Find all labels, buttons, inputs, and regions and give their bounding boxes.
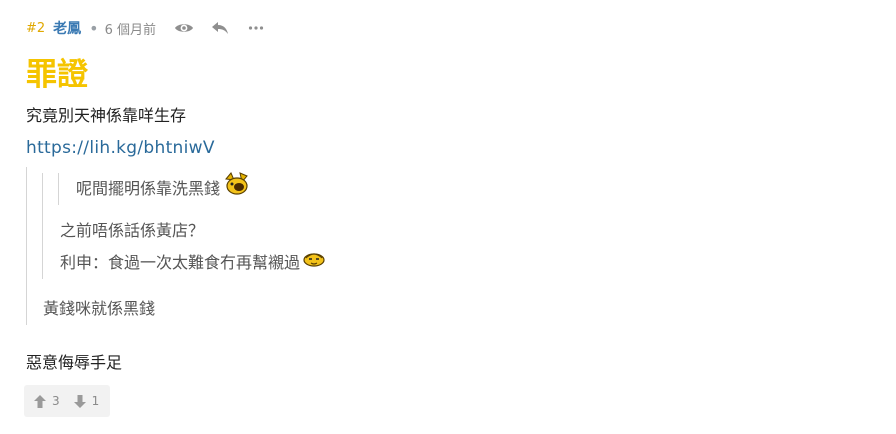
vote-bar: 3 1 bbox=[24, 385, 110, 417]
upvote-button[interactable]: 3 bbox=[34, 394, 60, 408]
post-content: 罪證 究竟別天神係靠咩生存 https://lih.kg/bhtniwV 呢間擺… bbox=[26, 57, 870, 379]
blockquote-middle: 呢間擺明係靠洗黑錢 之前唔係話係黃店？ 利申：食過一次太難食冇再幫襯過 bbox=[42, 171, 786, 279]
quote-line: 利申：食過一次太難食冇再幫襯過 bbox=[43, 247, 786, 279]
content-link[interactable]: https://lih.kg/bhtniwV bbox=[26, 138, 215, 158]
post-header: #2 老鳳 • 6 個月前 bbox=[26, 17, 870, 39]
quote-text-lv2-2: 利申：食過一次太難食冇再幫襯過 bbox=[60, 253, 301, 272]
arrow-down-icon bbox=[73, 394, 86, 408]
post: #2 老鳳 • 6 個月前 罪證 究竟別天神係靠咩生存 https://lih.… bbox=[0, 0, 896, 434]
upvote-count: 3 bbox=[52, 394, 60, 408]
arrow-up-icon bbox=[34, 394, 46, 408]
content-line: 惡意侮辱手足 bbox=[26, 353, 123, 372]
emoticon-icon bbox=[302, 247, 326, 279]
quote-line: 呢間擺明係靠洗黑錢 bbox=[59, 171, 786, 208]
quote-text-lv2-1: 之前唔係話係黃店？ bbox=[60, 221, 205, 240]
quote-text-lv1: 黃錢咪就係黑錢 bbox=[43, 299, 156, 318]
quote-line: 之前唔係話係黃店？ bbox=[43, 215, 786, 247]
username[interactable]: 老鳳 bbox=[53, 18, 81, 38]
more-icon[interactable] bbox=[244, 17, 268, 39]
post-time: 6 個月前 bbox=[104, 22, 157, 38]
blockquote-outer: 呢間擺明係靠洗黑錢 之前唔係話係黃店？ 利申：食過一次太難食冇再幫襯過 黃錢咪就… bbox=[26, 167, 786, 325]
link-line: https://lih.kg/bhtniwV bbox=[26, 133, 870, 165]
quote-text-lv3: 呢間擺明係靠洗黑錢 bbox=[76, 179, 221, 198]
downvote-count: 1 bbox=[91, 394, 100, 408]
reply-icon[interactable] bbox=[208, 17, 232, 39]
separator-dot: • bbox=[89, 18, 99, 38]
post-title: 罪證 bbox=[26, 57, 88, 93]
downvote-button[interactable]: 1 bbox=[73, 394, 100, 408]
emoticon-icon bbox=[222, 171, 250, 208]
blockquote-inner: 呢間擺明係靠洗黑錢 bbox=[58, 171, 786, 208]
eye-icon[interactable] bbox=[172, 17, 196, 39]
content-line: 究竟別天神係靠咩生存 bbox=[26, 106, 187, 125]
quote-line: 黃錢咪就係黑錢 bbox=[27, 293, 786, 325]
floor-number[interactable]: #2 bbox=[26, 21, 45, 36]
